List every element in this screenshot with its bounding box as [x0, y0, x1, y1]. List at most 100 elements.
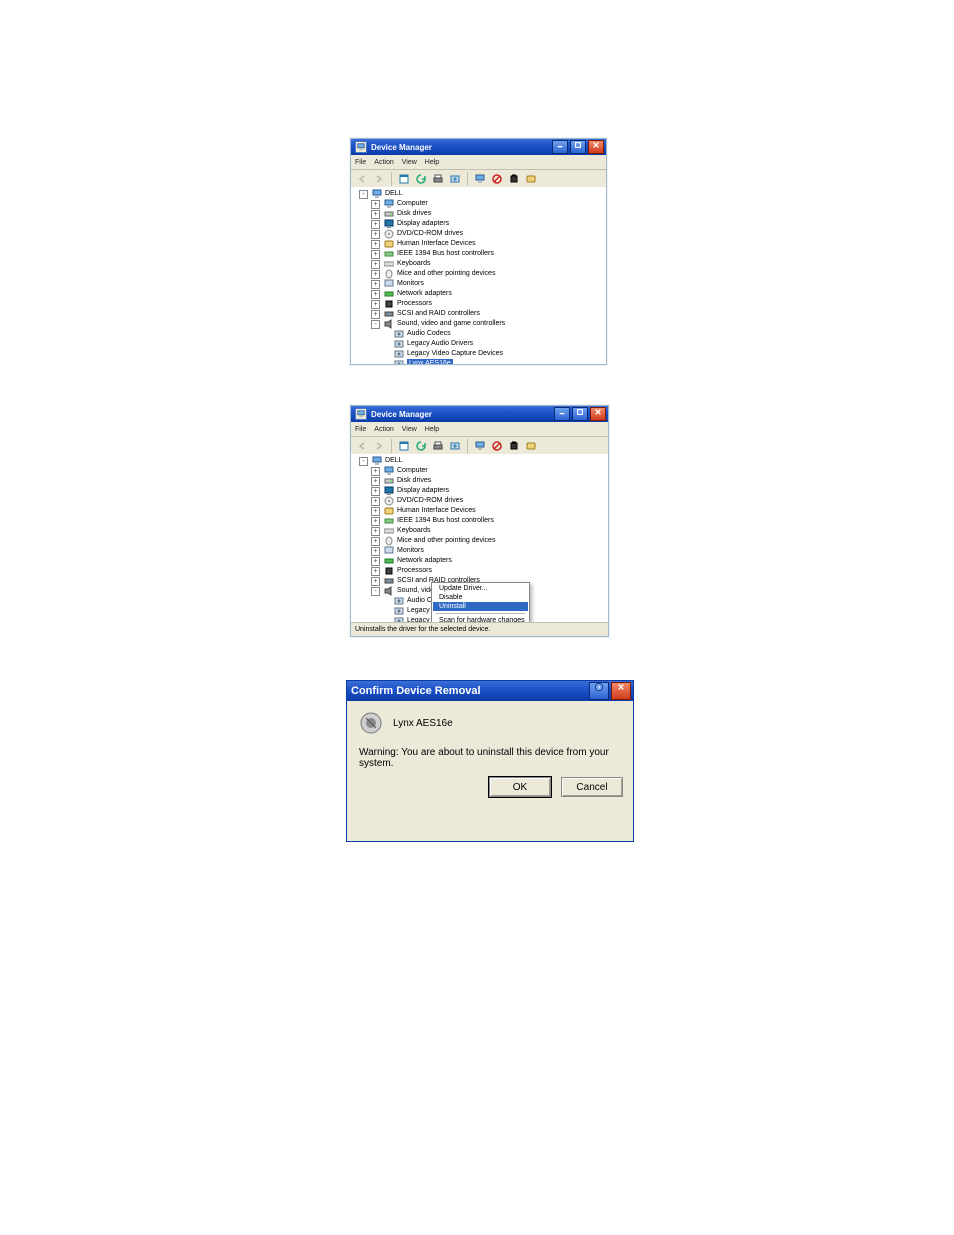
tree-item[interactable]: + Computer: [369, 466, 608, 476]
expand-icon[interactable]: +: [371, 310, 380, 319]
expand-icon[interactable]: +: [371, 467, 380, 476]
expand-icon[interactable]: +: [371, 270, 380, 279]
print-button[interactable]: [431, 439, 445, 453]
expand-icon[interactable]: +: [371, 547, 380, 556]
properties-button[interactable]: [397, 172, 411, 186]
expand-icon[interactable]: +: [371, 280, 380, 289]
extra-button[interactable]: [524, 439, 538, 453]
expand-icon[interactable]: +: [371, 300, 380, 309]
disable-button[interactable]: [490, 439, 504, 453]
cancel-button[interactable]: Cancel: [561, 777, 623, 797]
close-button[interactable]: [611, 682, 631, 700]
expand-icon[interactable]: +: [371, 487, 380, 496]
minimize-button[interactable]: [554, 407, 570, 421]
expand-icon[interactable]: +: [371, 250, 380, 259]
tree-item[interactable]: + Disk drives: [369, 209, 606, 219]
menu-item-uninstall[interactable]: Uninstall: [433, 602, 528, 611]
close-button[interactable]: [588, 140, 604, 154]
expand-icon[interactable]: +: [371, 517, 380, 526]
tree-item[interactable]: Audio Codecs: [381, 329, 606, 339]
menu-file[interactable]: File: [355, 159, 366, 166]
tree-item[interactable]: + Disk drives: [369, 476, 608, 486]
expand-icon[interactable]: +: [371, 260, 380, 269]
menu-item-disable[interactable]: Disable: [433, 593, 528, 602]
expand-icon[interactable]: +: [371, 220, 380, 229]
tree-item[interactable]: + Mice and other pointing devices: [369, 269, 606, 279]
collapse-icon[interactable]: -: [359, 190, 368, 199]
menu-view[interactable]: View: [402, 426, 417, 433]
collapse-icon[interactable]: -: [359, 457, 368, 466]
tree-item[interactable]: + Processors: [369, 299, 606, 309]
tree-item[interactable]: + SCSI and RAID controllers: [369, 309, 606, 319]
tree-root[interactable]: - DELL: [357, 456, 608, 466]
tree-item[interactable]: Legacy Audio Drivers: [381, 339, 606, 349]
menu-file[interactable]: File: [355, 426, 366, 433]
menu-view[interactable]: View: [402, 159, 417, 166]
expand-icon[interactable]: +: [371, 240, 380, 249]
tree-item[interactable]: + Display adapters: [369, 486, 608, 496]
print-button[interactable]: [431, 172, 445, 186]
extra-button[interactable]: [524, 172, 538, 186]
forward-button[interactable]: [372, 172, 386, 186]
maximize-button[interactable]: [572, 407, 588, 421]
tree-root[interactable]: - DELL: [357, 189, 606, 199]
minimize-button[interactable]: [552, 140, 568, 154]
menu-action[interactable]: Action: [374, 159, 393, 166]
tree-item[interactable]: + Monitors: [369, 546, 608, 556]
tree-item[interactable]: + Human Interface Devices: [369, 506, 608, 516]
back-button[interactable]: [355, 172, 369, 186]
uninstall-button[interactable]: [507, 172, 521, 186]
tree-item[interactable]: + Processors: [369, 566, 608, 576]
disable-button[interactable]: [490, 172, 504, 186]
expand-icon[interactable]: +: [371, 577, 380, 586]
expand-icon[interactable]: +: [371, 527, 380, 536]
expand-icon[interactable]: +: [371, 230, 380, 239]
enable-button[interactable]: [473, 439, 487, 453]
tree-item[interactable]: - Sound, video and game controllers: [369, 319, 606, 329]
expand-icon[interactable]: +: [371, 477, 380, 486]
update-driver-button[interactable]: [448, 172, 462, 186]
expand-icon[interactable]: +: [371, 537, 380, 546]
back-button[interactable]: [355, 439, 369, 453]
menu-action[interactable]: Action: [374, 426, 393, 433]
expand-icon[interactable]: +: [371, 507, 380, 516]
close-button[interactable]: [590, 407, 606, 421]
expand-icon[interactable]: +: [371, 200, 380, 209]
scan-button[interactable]: [414, 172, 428, 186]
menu-item-update-driver[interactable]: Update Driver...: [433, 584, 528, 593]
enable-button[interactable]: [473, 172, 487, 186]
tree-item[interactable]: Legacy Video Capture Devices: [381, 349, 606, 359]
device-tree[interactable]: - DELL + Computer + Disk drives + Displa…: [351, 187, 606, 364]
menu-help[interactable]: Help: [425, 426, 439, 433]
expand-icon[interactable]: +: [371, 210, 380, 219]
tree-item[interactable]: + Mice and other pointing devices: [369, 536, 608, 546]
ok-button[interactable]: OK: [489, 777, 551, 797]
tree-item[interactable]: + Computer: [369, 199, 606, 209]
update-driver-button[interactable]: [448, 439, 462, 453]
expand-icon[interactable]: +: [371, 557, 380, 566]
tree-item[interactable]: + Display adapters: [369, 219, 606, 229]
tree-item[interactable]: + DVD/CD-ROM drives: [369, 229, 606, 239]
properties-button[interactable]: [397, 439, 411, 453]
tree-item[interactable]: + Network adapters: [369, 289, 606, 299]
expand-icon[interactable]: +: [371, 567, 380, 576]
tree-item[interactable]: + Keyboards: [369, 526, 608, 536]
tree-item[interactable]: + Network adapters: [369, 556, 608, 566]
expand-icon[interactable]: +: [371, 497, 380, 506]
scan-button[interactable]: [414, 439, 428, 453]
tree-item[interactable]: + IEEE 1394 Bus host controllers: [369, 516, 608, 526]
collapse-icon[interactable]: -: [371, 320, 380, 329]
uninstall-button[interactable]: [507, 439, 521, 453]
forward-button[interactable]: [372, 439, 386, 453]
tree-item[interactable]: + IEEE 1394 Bus host controllers: [369, 249, 606, 259]
expand-icon[interactable]: +: [371, 290, 380, 299]
collapse-icon[interactable]: -: [371, 587, 380, 596]
help-button[interactable]: [589, 682, 609, 700]
tree-item[interactable]: + Keyboards: [369, 259, 606, 269]
tree-item[interactable]: Lynx AES16e: [381, 359, 606, 364]
tree-item[interactable]: + DVD/CD-ROM drives: [369, 496, 608, 506]
tree-item[interactable]: + Monitors: [369, 279, 606, 289]
context-menu[interactable]: Update Driver...DisableUninstallScan for…: [431, 582, 530, 623]
maximize-button[interactable]: [570, 140, 586, 154]
tree-item[interactable]: + Human Interface Devices: [369, 239, 606, 249]
